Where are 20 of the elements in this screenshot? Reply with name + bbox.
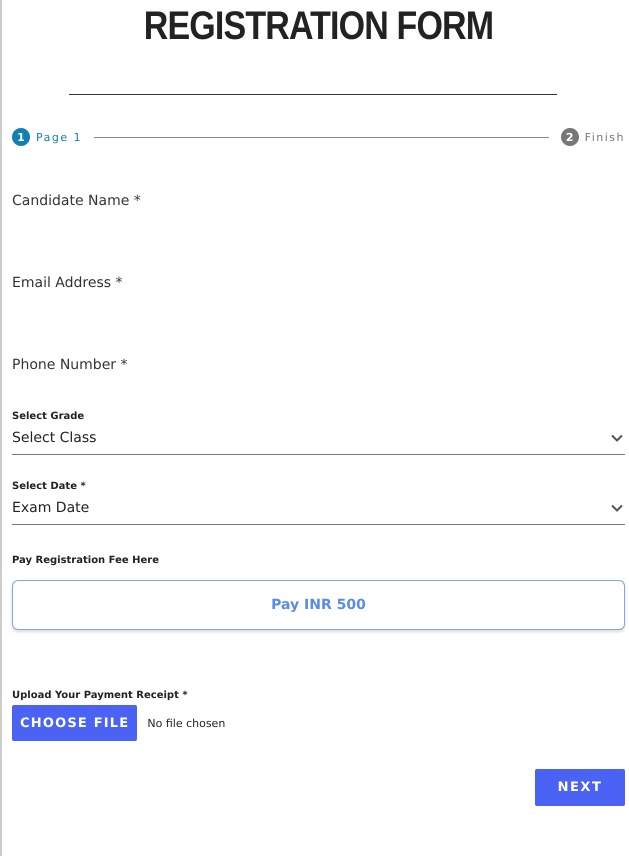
input-field[interactable]: Candidate Name * [12, 191, 625, 211]
choose-file-button[interactable]: CHOOSE FILE [12, 705, 138, 741]
select-field[interactable]: Select Class [12, 430, 625, 455]
field-label: Upload Your Payment Receipt * [12, 690, 189, 701]
file-status: No file chosen [147, 716, 226, 730]
step-label: Finish [584, 130, 625, 144]
field-label: Select Grade [12, 411, 86, 422]
input-field[interactable]: Email Address * [12, 273, 625, 293]
form-title: REGISTRATION FORM [142, 3, 494, 48]
chevron-down-icon [611, 504, 623, 512]
pay-button[interactable]: Pay INR 500 [12, 580, 625, 630]
step-label: Page 1 [36, 130, 82, 144]
step-number: 1 [12, 128, 30, 146]
input-field[interactable]: Phone Number * [12, 355, 625, 375]
step-number: 2 [560, 128, 579, 146]
field-label: Select Date * [12, 481, 87, 492]
next-button[interactable]: NEXT [535, 769, 625, 806]
chevron-down-icon [611, 434, 623, 442]
select-field[interactable]: Exam Date [12, 500, 625, 525]
field-label: Pay Registration Fee Here [12, 555, 160, 566]
